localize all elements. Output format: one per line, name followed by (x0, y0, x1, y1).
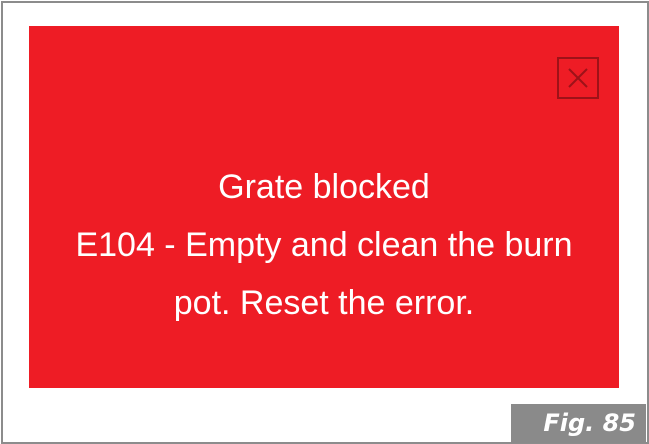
close-button[interactable] (557, 57, 599, 99)
error-message-line-2: pot. Reset the error. (173, 284, 475, 322)
figure-label: Fig. 85 (511, 404, 646, 443)
close-icon (568, 68, 588, 88)
error-message: Grate blocked E104 - Empty and clean the… (29, 158, 619, 332)
error-title: Grate blocked (218, 168, 430, 206)
error-message-line-1: E104 - Empty and clean the burn (75, 226, 573, 264)
